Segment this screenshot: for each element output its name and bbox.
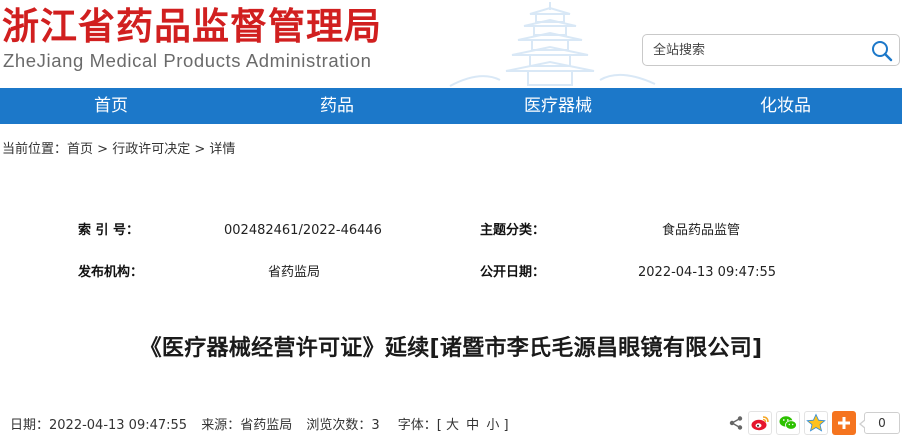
breadcrumb-admin-permit-link[interactable]: 行政许可决定 (112, 142, 190, 157)
category-value: 食品药品监管 (662, 223, 741, 238)
publisher-value: 省药监局 (268, 265, 321, 280)
site-header: 浙江省药品监督管理局 ZheJiang Medical Products Adm… (0, 0, 902, 88)
search-icon[interactable] (871, 40, 893, 62)
meta-source: 来源：省药监局 (201, 418, 293, 433)
font-size-small[interactable]: 小 (486, 418, 499, 433)
article-meta: 日期：2022-04-13 09:47:55 来源：省药监局 浏览次数：3 字体… (10, 414, 509, 433)
meta-date: 日期：2022-04-13 09:47:55 (10, 418, 188, 433)
font-size-label: 字体：[ (397, 418, 442, 433)
font-size-medium[interactable]: 中 (466, 418, 479, 433)
main-nav: 首页 药品 医疗器械 化妆品 (0, 88, 902, 124)
site-logo-cn[interactable]: 浙江省药品监督管理局 (2, 4, 382, 48)
nav-item-cosmetics[interactable]: 化妆品 (760, 88, 811, 124)
weibo-icon[interactable] (748, 411, 772, 435)
article-title: 《医疗器械经营许可证》延续[诸暨市李氏毛源昌眼镜有限公司] (139, 336, 763, 361)
site-logo-en: ZheJiang Medical Products Administration (3, 50, 372, 71)
breadcrumb-separator: > (194, 142, 206, 157)
publisher-label: 发布机构： (78, 265, 144, 280)
breadcrumb-separator: > (97, 142, 109, 157)
breadcrumb: 当前位置：首页 > 行政许可决定 > 详情 (2, 138, 235, 157)
index-number-value: 002482461/2022-46446 (224, 223, 382, 238)
search-box (642, 34, 900, 66)
nav-item-home[interactable]: 首页 (94, 88, 128, 124)
breadcrumb-home-link[interactable]: 首页 (67, 142, 93, 157)
share-icon[interactable] (728, 415, 744, 431)
publish-date-value: 2022-04-13 09:47:55 (638, 265, 777, 280)
pagoda-watermark-icon (449, 2, 656, 87)
breadcrumb-current: 详情 (209, 142, 236, 157)
meta-views: 浏览次数：3 (306, 418, 380, 433)
index-number-label: 索 引 号： (78, 223, 140, 238)
font-size-large[interactable]: 大 (446, 418, 459, 433)
qzone-icon[interactable] (804, 411, 828, 435)
share-bar: 0 (728, 410, 900, 436)
font-size-close: ] (503, 418, 509, 433)
more-share-icon[interactable] (832, 411, 856, 435)
search-input[interactable] (653, 41, 863, 59)
wechat-icon[interactable] (776, 411, 800, 435)
category-label: 主题分类： (480, 223, 546, 238)
nav-item-drugs[interactable]: 药品 (320, 88, 354, 124)
publish-date-label: 公开日期： (480, 265, 546, 280)
share-count: 0 (859, 412, 900, 434)
nav-item-medical-devices[interactable]: 医疗器械 (524, 88, 592, 124)
breadcrumb-prefix: 当前位置： (2, 142, 68, 157)
